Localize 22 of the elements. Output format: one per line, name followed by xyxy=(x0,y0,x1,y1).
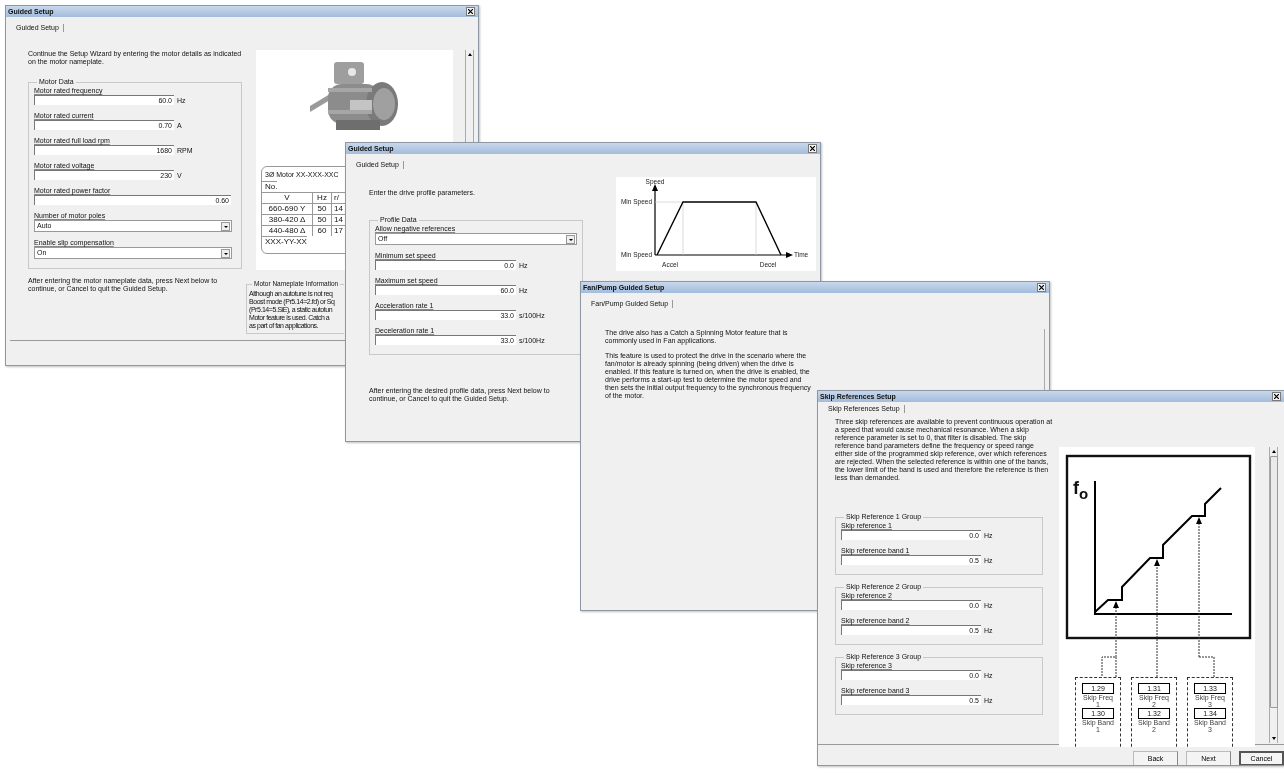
scroll-up-arrow-icon[interactable] xyxy=(1271,450,1276,453)
scroll-down-arrow-icon[interactable] xyxy=(1271,737,1276,740)
close-icon xyxy=(1039,285,1044,290)
close-icon xyxy=(468,9,473,14)
table-cell: 50 xyxy=(313,204,332,214)
table-cell: 50 xyxy=(313,215,332,225)
table-cell: 60 xyxy=(313,226,332,236)
table-header: V xyxy=(262,193,313,203)
table-cell: 440-480 Δ xyxy=(262,226,313,236)
scroll-up-arrow-icon[interactable] xyxy=(467,53,472,56)
close-button[interactable] xyxy=(1272,392,1281,401)
nameplate-text: No. xyxy=(262,181,278,192)
close-button[interactable] xyxy=(466,7,475,16)
axis-label: f$_{o}$ xyxy=(1073,479,1089,503)
close-button[interactable] xyxy=(1037,283,1046,292)
table-cell: 380-420 Δ xyxy=(262,215,313,225)
nameplate-text: XXX-YY-XX xyxy=(262,236,307,247)
close-icon xyxy=(810,146,815,151)
table-cell: 660-690 Y xyxy=(262,204,313,214)
table-header: Hz xyxy=(313,193,332,203)
close-button[interactable] xyxy=(808,144,817,153)
close-icon xyxy=(1274,394,1279,399)
